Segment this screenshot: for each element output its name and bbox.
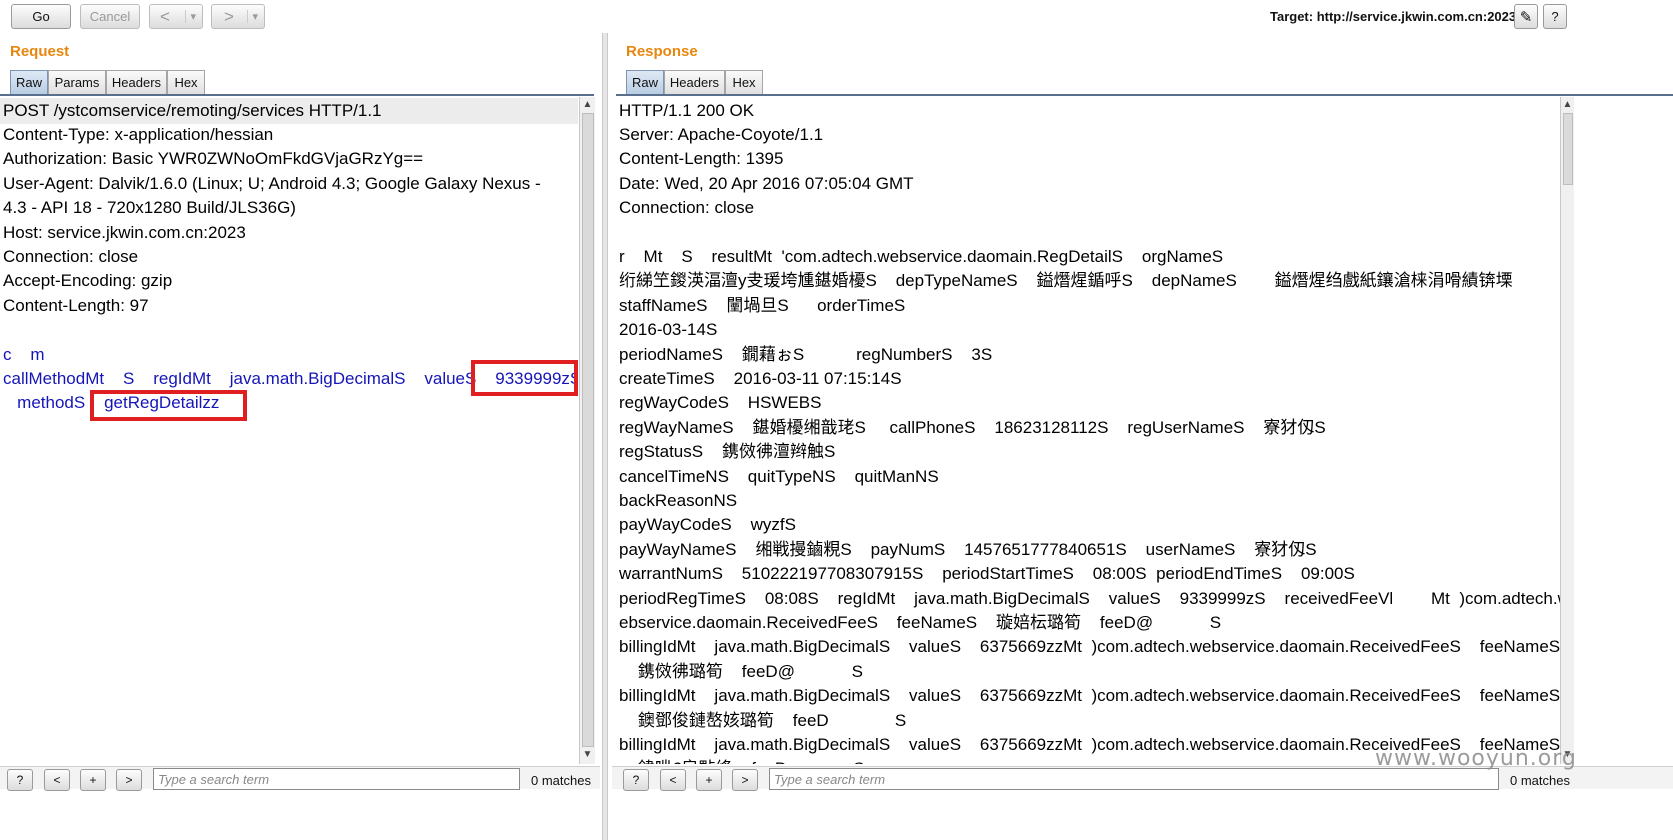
scroll-down-icon[interactable]: ▼ <box>580 749 595 760</box>
scroll-thumb[interactable] <box>1563 113 1573 185</box>
response-line: 绗綈笁鍐渶湢澶у叏瑗垮尰鍖婚櫌S depTypeNameS 鎰熸煋鍎呼S dep… <box>619 271 1513 290</box>
request-match-count: 0 matches <box>531 773 591 788</box>
response-title: Response <box>626 43 698 60</box>
scroll-up-icon[interactable]: ▲ <box>580 99 595 110</box>
response-line: regWayNameS 鍖婚櫌缃戠珯S callPhoneS 186231281… <box>619 418 1326 437</box>
request-tab-rule <box>0 94 594 96</box>
request-title: Request <box>10 43 70 60</box>
request-line: User-Agent: Dalvik/1.6.0 (Linux; U; Andr… <box>3 174 541 193</box>
request-line: Accept-Encoding: gzip <box>3 271 173 290</box>
highlight-box-value <box>471 360 578 396</box>
response-line: cancelTimeNS quitTypeNS quitManNS <box>619 467 939 486</box>
request-scrollbar[interactable]: ▲ ▼ <box>579 97 595 764</box>
request-tab-hex[interactable]: Hex <box>167 70 205 94</box>
cancel-button[interactable]: Cancel <box>80 4 140 29</box>
forward-arrow-icon: > <box>224 6 234 26</box>
search-prev-button[interactable]: < <box>44 769 70 791</box>
response-line: 鍏呭€肩敤绛 feeD S <box>619 756 865 764</box>
request-search-input[interactable]: Type a search term <box>153 768 520 790</box>
response-tab-rule <box>616 94 1673 96</box>
response-line: periodRegTimeS 08:08S regIdMt java.math.… <box>619 589 1560 608</box>
response-tab-raw[interactable]: Raw <box>626 70 664 94</box>
pencil-icon: ✎ <box>1519 8 1533 26</box>
response-line: HTTP/1.1 200 OK <box>619 101 755 120</box>
request-tab-headers[interactable]: Headers <box>106 70 167 94</box>
search-prev-button[interactable]: < <box>660 769 686 791</box>
response-line: staffNameS 闉堝旦S orderTimeS <box>619 296 906 315</box>
response-line: 2016-03-14S <box>619 320 718 339</box>
scroll-thumb[interactable] <box>582 113 594 747</box>
search-next-button[interactable]: > <box>732 769 758 791</box>
request-line: Content-Length: 97 <box>3 296 149 315</box>
watermark: www.wooyun.org <box>1375 746 1577 771</box>
go-button[interactable]: Go <box>11 4 71 29</box>
response-tab-headers[interactable]: Headers <box>664 70 725 94</box>
request-line: Content-Type: x-application/hessian <box>3 125 274 144</box>
response-line: 鐭鄧俊鏈嶅姟璐筍 feeD S <box>619 711 907 730</box>
highlight-box-method <box>90 390 247 421</box>
response-line: ebservice.daomain.ReceivedFeeS feeNameS … <box>619 613 1222 632</box>
response-line: Date: Wed, 20 Apr 2016 07:05:04 GMT <box>619 174 914 193</box>
request-line: Authorization: Basic YWR0ZWNoOmFkdGVjaGR… <box>3 149 424 168</box>
request-editor[interactable]: POST /ystcomservice/remoting/services HT… <box>0 97 578 764</box>
search-add-button[interactable]: + <box>696 769 722 791</box>
target-label: Target: http://service.jkwin.com.cn:2023 <box>1270 9 1517 24</box>
response-line: Server: Apache-Coyote/1.1 <box>619 125 824 144</box>
response-scrollbar[interactable]: ▲ ▼ <box>1560 97 1574 764</box>
search-help-button[interactable]: ? <box>623 769 649 791</box>
request-line: Connection: close <box>3 247 139 266</box>
response-line: warrantNumS 510222197708307915S periodSt… <box>619 564 1355 583</box>
edit-target-button[interactable]: ✎ <box>1514 4 1538 29</box>
search-help-button[interactable]: ? <box>7 769 33 791</box>
scroll-up-icon[interactable]: ▲ <box>1561 99 1574 110</box>
forward-dropdown-icon[interactable]: ▾ <box>247 10 258 23</box>
request-line: 4.3 - API 18 - 720x1280 Build/JLS36G) <box>3 198 296 217</box>
response-search-input[interactable]: Type a search term <box>769 768 1499 790</box>
request-tab-raw[interactable]: Raw <box>10 70 48 94</box>
response-line: payWayNameS 缃戦摱鏀粯S payNumS 1457651777840… <box>619 540 1317 559</box>
search-next-button[interactable]: > <box>116 769 142 791</box>
response-tab-hex[interactable]: Hex <box>725 70 763 94</box>
back-button[interactable]: < ▾ <box>149 4 203 29</box>
response-match-count: 0 matches <box>1510 773 1570 788</box>
response-line: billingIdMt java.math.BigDecimalS valueS… <box>619 637 1560 656</box>
forward-button[interactable]: > ▾ <box>211 4 265 29</box>
request-line: Host: service.jkwin.com.cn:2023 <box>3 223 246 242</box>
response-line: regWayCodeS HSWEBS <box>619 393 822 412</box>
split-divider[interactable] <box>602 33 608 840</box>
request-line: POST /ystcomservice/remoting/services HT… <box>3 101 382 120</box>
request-tab-params[interactable]: Params <box>48 70 106 94</box>
back-arrow-icon: < <box>160 6 170 26</box>
response-line: Connection: close <box>619 198 755 217</box>
response-line: 鎸傚彿璐筍 feeD@ S <box>619 662 863 681</box>
back-dropdown-icon[interactable]: ▾ <box>185 10 196 23</box>
search-add-button[interactable]: + <box>80 769 106 791</box>
response-line: createTimeS 2016-03-11 07:15:14S <box>619 369 902 388</box>
response-line: regStatusS 鎸傚彿澶辫触S <box>619 442 836 461</box>
response-line: periodNameS 鐗藉ぉS regNumberS 3S <box>619 345 993 364</box>
response-editor[interactable]: HTTP/1.1 200 OK Server: Apache-Coyote/1.… <box>616 97 1560 764</box>
response-line: billingIdMt java.math.BigDecimalS valueS… <box>619 686 1560 705</box>
response-line: backReasonNS <box>619 491 738 510</box>
response-line: r Mt S resultMt 'com.adtech.webservice.d… <box>619 247 1224 266</box>
response-line: payWayCodeS wyzfS <box>619 515 796 534</box>
response-line: Content-Length: 1395 <box>619 149 784 168</box>
request-body-line: c m <box>3 345 45 364</box>
help-button[interactable]: ? <box>1543 4 1567 29</box>
